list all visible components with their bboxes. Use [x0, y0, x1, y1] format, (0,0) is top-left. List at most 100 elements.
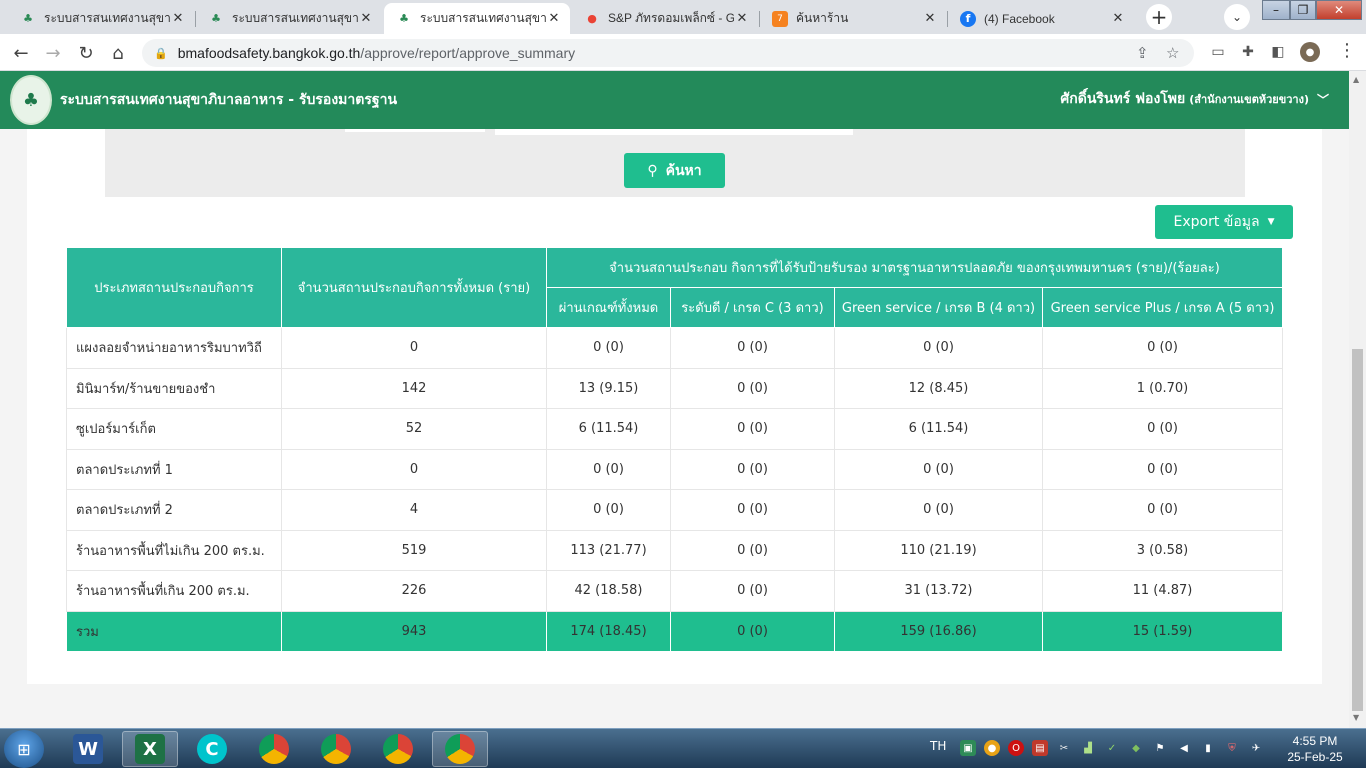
- profile-avatar-icon[interactable]: ●: [1300, 42, 1320, 62]
- tray-app-icon[interactable]: ▣: [960, 740, 976, 756]
- windows-start-button[interactable]: ⊞: [4, 730, 44, 768]
- cell-b: 0 (0): [834, 489, 1043, 531]
- action-center-icon[interactable]: ⚑: [1152, 740, 1168, 756]
- user-unit: (สำนักงานเขตห้วยขวาง): [1189, 93, 1309, 106]
- search-button-label: ค้นหา: [665, 162, 702, 179]
- google-maps-icon: ●: [587, 12, 597, 25]
- maximize-button[interactable]: ❐: [1290, 0, 1316, 20]
- network-icon[interactable]: ▮: [1200, 740, 1216, 756]
- cell-b: 12 (8.45): [834, 367, 1043, 409]
- close-tab-icon[interactable]: ✕: [922, 11, 938, 26]
- taskbar-clock[interactable]: 4:55 PM 25-Feb-25: [1280, 733, 1350, 765]
- close-tab-icon[interactable]: ✕: [358, 11, 374, 26]
- back-icon[interactable]: ←: [8, 40, 34, 66]
- tray-app-icon[interactable]: ✓: [1104, 740, 1120, 756]
- tray-app-icon[interactable]: ✈: [1248, 740, 1264, 756]
- col-header-grade-b: Green service / เกรด B (4 ดาว): [834, 287, 1043, 328]
- col-header-pass: ผ่านเกณฑ์ทั้งหมด: [546, 287, 671, 328]
- search-field-stub[interactable]: [345, 129, 485, 132]
- user-menu[interactable]: ศักดิ์นรินทร์ ฟองโพย (สำนักงานเขตห้วยขวา…: [1060, 88, 1329, 110]
- export-button[interactable]: Export ข้อมูล ▼: [1155, 205, 1293, 239]
- extension-icon[interactable]: ▭: [1208, 42, 1228, 62]
- close-tab-icon[interactable]: ✕: [1110, 11, 1126, 26]
- clock-date: 25-Feb-25: [1287, 750, 1343, 764]
- cell-c: 0 (0): [670, 327, 835, 369]
- cell-pass: 0 (0): [546, 489, 671, 531]
- windows-taskbar: ⊞ W X C TH ▣ ● O ▤ ✂ ▟ ✓ ◆ ⚑ ◀ ▮ ⛨ ✈ 4:5…: [0, 728, 1366, 768]
- tab-title: ระบบสารสนเทศงานสุขาภิบา: [44, 11, 170, 25]
- search-field-stub[interactable]: [495, 129, 853, 135]
- lock-icon[interactable]: 🔒: [154, 47, 168, 60]
- volume-icon[interactable]: ◀: [1176, 740, 1192, 756]
- puzzle-extensions-icon[interactable]: ✚: [1238, 42, 1258, 62]
- chevron-down-icon: ﹀: [1316, 92, 1329, 107]
- browser-tab[interactable]: f (4) Facebook ✕: [948, 3, 1134, 34]
- col-header-type: ประเภทสถานประกอบกิจการ: [66, 247, 282, 328]
- browser-tab[interactable]: ● S&P ภัทรดอมเพล็กซ์ - Go ✕: [572, 3, 758, 34]
- approve-summary-table: ประเภทสถานประกอบกิจการ จำนวนสถานประกอบกิ…: [66, 247, 1283, 652]
- scrollbar-thumb[interactable]: [1352, 349, 1363, 711]
- security-shield-icon[interactable]: ⛨: [1224, 740, 1240, 756]
- col-header-grade-a: Green service Plus / เกรด A (5 ดาว): [1042, 287, 1283, 328]
- taskbar-word[interactable]: W: [60, 731, 116, 767]
- close-window-button[interactable]: ✕: [1316, 0, 1362, 20]
- close-tab-icon[interactable]: ✕: [546, 11, 562, 26]
- tab-search-button[interactable]: ⌄: [1224, 4, 1250, 30]
- browser-tab-strip: ♣ ระบบสารสนเทศงานสุขาภิบา ✕ ♣ ระบบสารสนเ…: [0, 0, 1366, 34]
- browser-tab[interactable]: 7 ค้นหาร้าน ✕: [760, 3, 946, 34]
- taskbar-canva[interactable]: C: [184, 731, 240, 767]
- vertical-scrollbar[interactable]: ▲ ▼: [1349, 71, 1366, 728]
- bookmark-star-icon[interactable]: ☆: [1166, 39, 1179, 67]
- cell-b: 31 (13.72): [834, 570, 1043, 612]
- minimize-button[interactable]: –: [1262, 0, 1290, 20]
- browser-tab-active[interactable]: ♣ ระบบสารสนเทศงานสุขาภิบา ✕: [384, 3, 570, 34]
- side-panel-icon[interactable]: ◧: [1268, 42, 1288, 62]
- chrome-icon: [259, 734, 289, 764]
- tab-title: (4) Facebook: [984, 11, 1055, 26]
- taskbar-excel[interactable]: X: [122, 731, 178, 767]
- opera-icon[interactable]: O: [1008, 740, 1024, 756]
- app-header: ♣ ระบบสารสนเทศงานสุขาภิบาลอาหาร - รับรอง…: [0, 71, 1349, 129]
- excel-icon: X: [135, 734, 165, 764]
- cell-c: 0 (0): [670, 529, 835, 571]
- new-tab-button[interactable]: +: [1146, 4, 1172, 30]
- reload-icon[interactable]: ↻: [73, 40, 99, 66]
- taskbar-chrome-active[interactable]: [432, 731, 488, 767]
- cell-b: 159 (16.86): [834, 610, 1043, 652]
- address-bar[interactable]: 🔒 bmafoodsafety.bangkok.go.th/approve/re…: [142, 39, 1194, 67]
- cell-c: 0 (0): [670, 610, 835, 652]
- clock-time: 4:55 PM: [1292, 734, 1338, 748]
- taskbar-chrome[interactable]: [308, 731, 364, 767]
- close-tab-icon[interactable]: ✕: [734, 11, 750, 26]
- col-header-grade-c: ระดับดี / เกรด C (3 ดาว): [670, 287, 835, 328]
- cell-name: ตลาดประเภทที่ 2: [66, 489, 282, 531]
- cell-name: ตลาดประเภทที่ 1: [66, 448, 282, 490]
- forward-icon[interactable]: →: [40, 40, 66, 66]
- table-row: ซูเปอร์มาร์เก็ต 52 6 (11.54) 0 (0) 6 (11.54)…: [66, 408, 1283, 450]
- browser-tab[interactable]: ♣ ระบบสารสนเทศงานสุขาภิบา ✕: [196, 3, 382, 34]
- tab-title: ระบบสารสนเทศงานสุขาภิบา: [232, 11, 358, 25]
- tab-title: S&P ภัทรดอมเพล็กซ์ - Go: [608, 11, 734, 25]
- home-icon[interactable]: ⌂: [105, 40, 131, 66]
- export-button-label: Export ข้อมูล: [1173, 214, 1260, 230]
- app-title: ระบบสารสนเทศงานสุขาภิบาลอาหาร - รับรองมา…: [60, 92, 398, 108]
- taskbar-chrome[interactable]: [370, 731, 426, 767]
- menu-dots-icon[interactable]: ⋮: [1338, 40, 1356, 61]
- tray-app-icon[interactable]: ✂: [1056, 740, 1072, 756]
- taskbar-chrome[interactable]: [246, 731, 302, 767]
- cell-a: 11 (4.87): [1042, 570, 1283, 612]
- chrome-icon: [383, 734, 413, 764]
- signal-icon[interactable]: ▟: [1080, 740, 1096, 756]
- browser-tab[interactable]: ♣ ระบบสารสนเทศงานสุขาภิบา ✕: [8, 3, 194, 34]
- tray-app-icon[interactable]: ◆: [1128, 740, 1144, 756]
- share-icon[interactable]: ⇪: [1136, 39, 1149, 67]
- tray-app-icon[interactable]: ▤: [1032, 740, 1048, 756]
- close-tab-icon[interactable]: ✕: [170, 11, 186, 26]
- search-button[interactable]: ⚲ ค้นหา: [624, 153, 725, 188]
- cell-a: 0 (0): [1042, 327, 1283, 369]
- tray-app-icon[interactable]: ●: [984, 740, 1000, 756]
- language-indicator[interactable]: TH: [930, 739, 946, 753]
- cell-pass: 0 (0): [546, 327, 671, 369]
- cell-pass: 174 (18.45): [546, 610, 671, 652]
- cell-name: ร้านอาหารพื้นที่ไม่เกิน 200 ตร.ม.: [66, 529, 282, 571]
